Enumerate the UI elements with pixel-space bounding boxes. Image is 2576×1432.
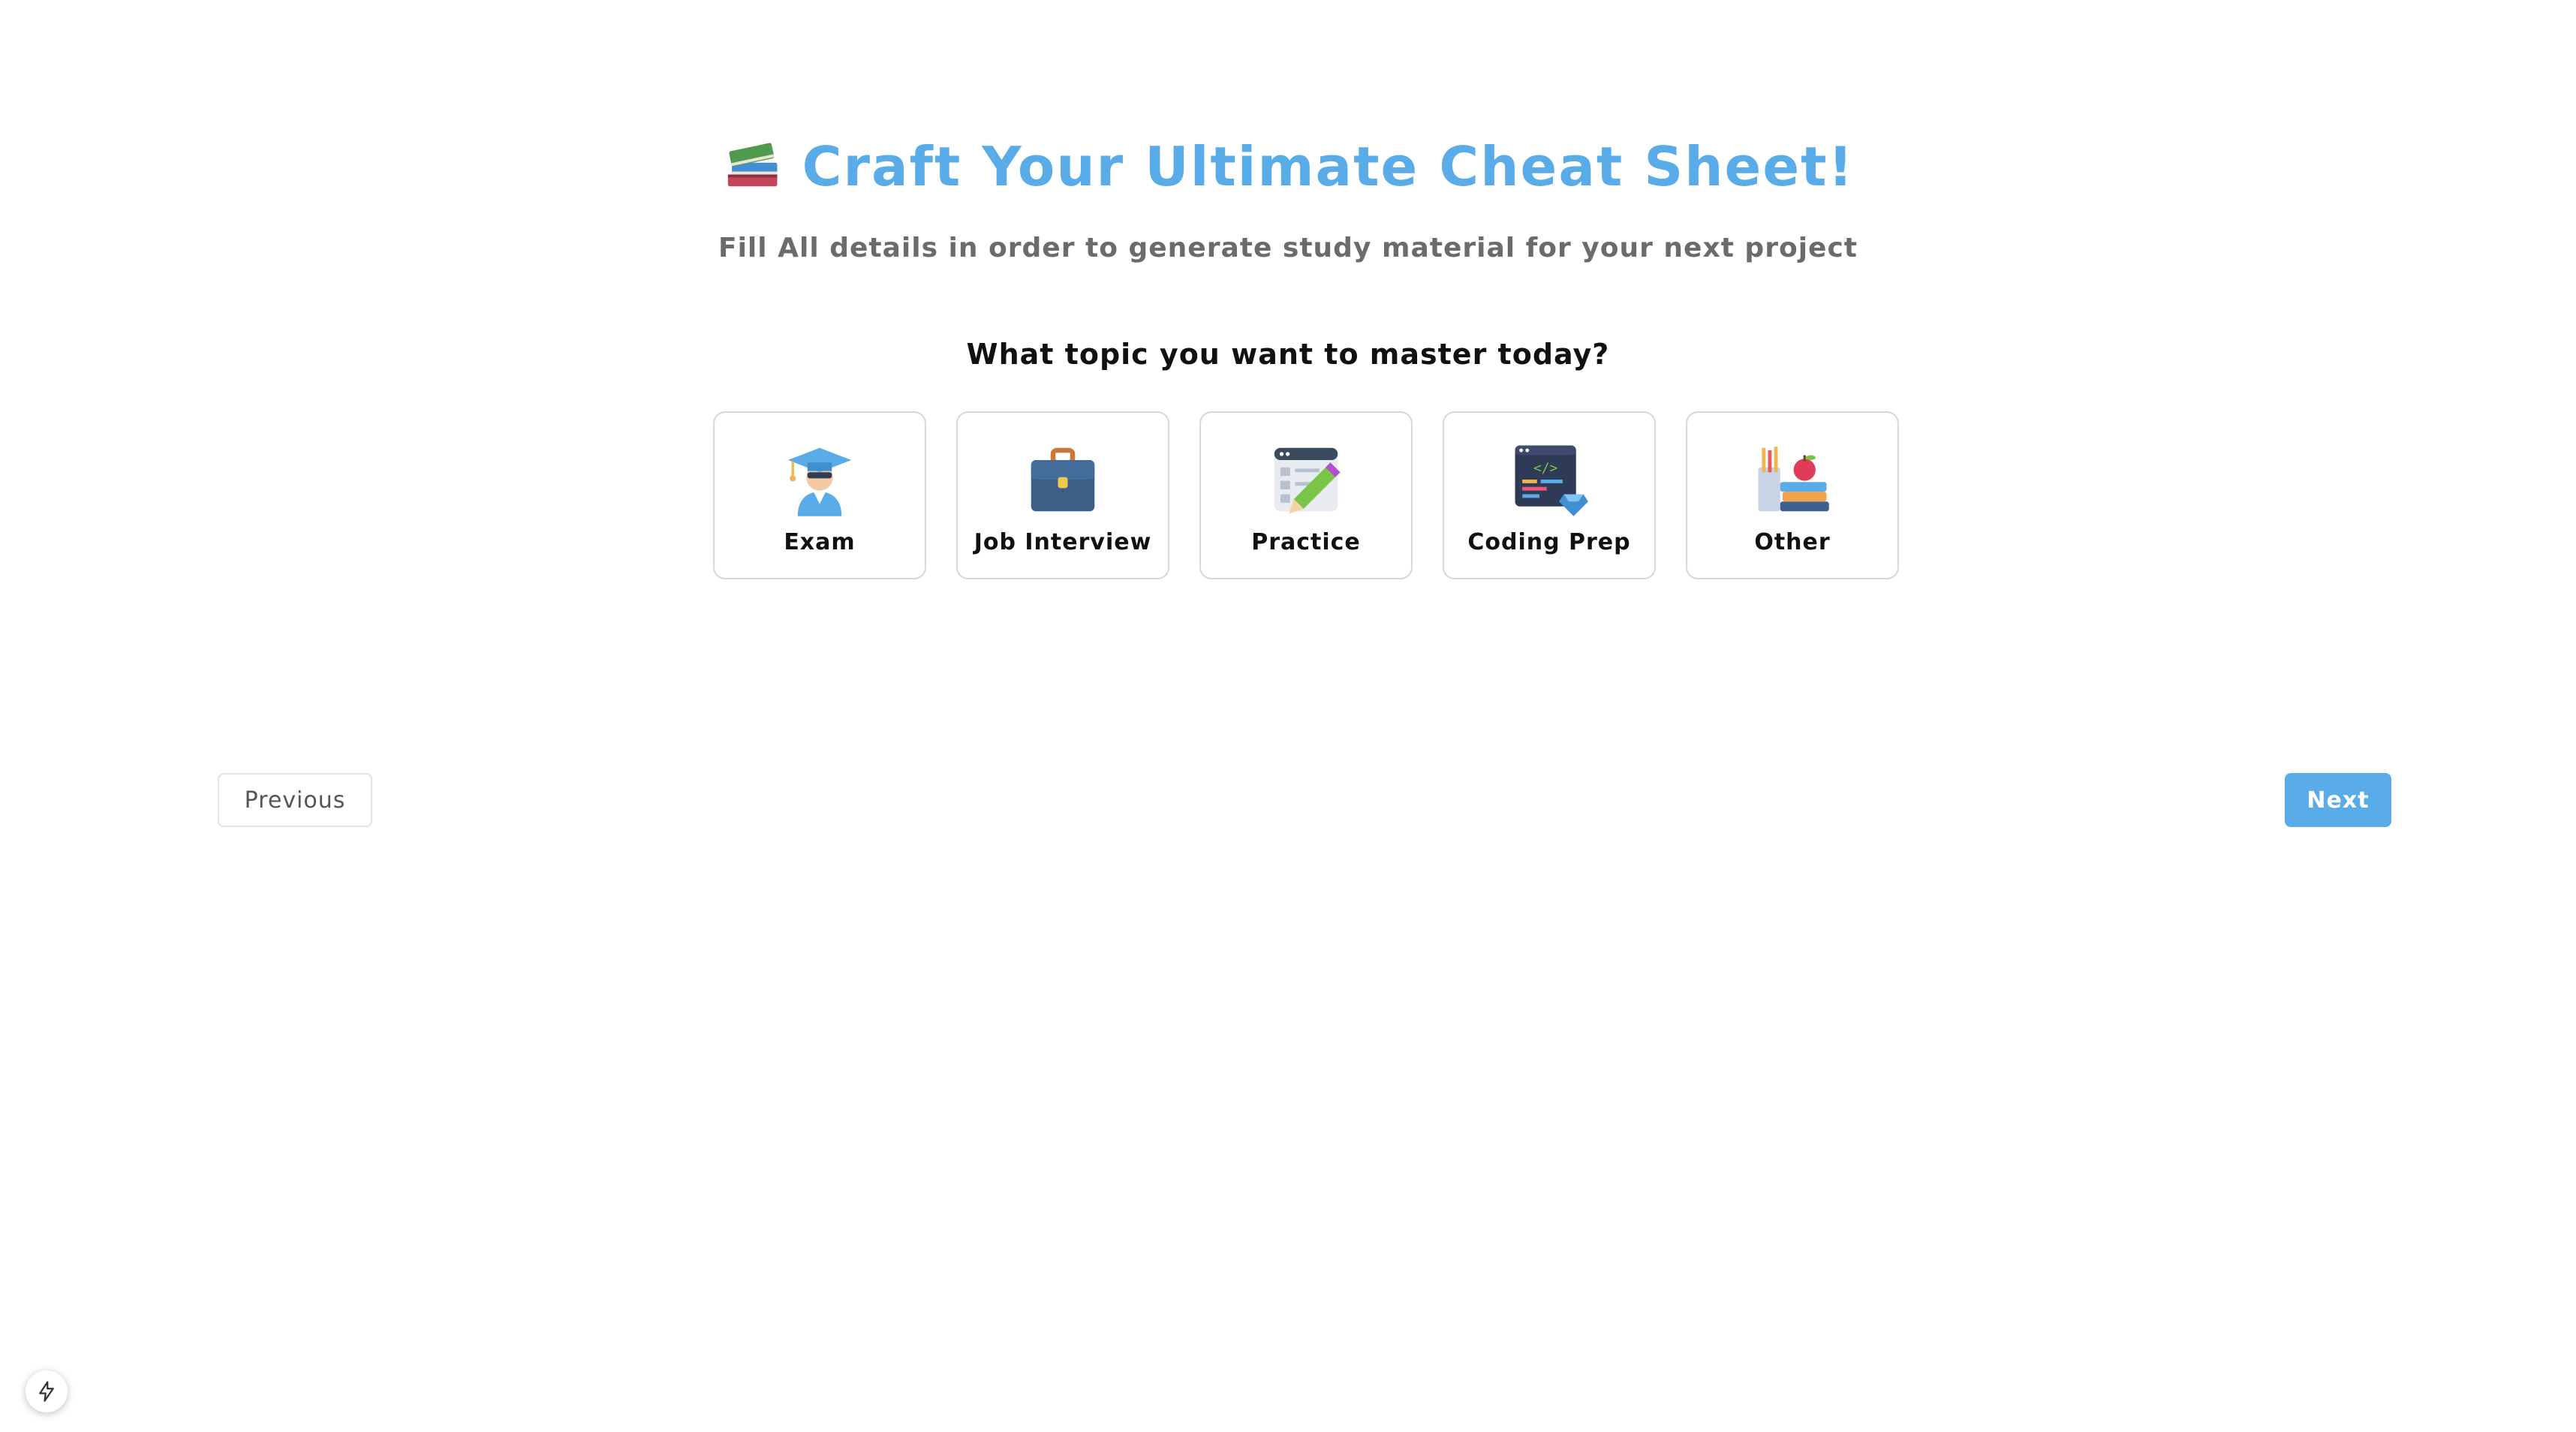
- option-practice[interactable]: Practice: [1199, 411, 1413, 579]
- option-label: Practice: [1251, 528, 1361, 555]
- books-icon: [727, 143, 778, 187]
- topic-options: Exam Job Interview Practice </> Coding P…: [713, 411, 1899, 581]
- pencil-document-icon: [1274, 447, 1341, 513]
- svg-text:</>: </>: [1533, 460, 1557, 476]
- option-label: Exam: [784, 528, 856, 555]
- page-title: Craft Your Ultimate Cheat Sheet!: [802, 135, 1855, 198]
- topic-question: What topic you want to master today?: [966, 338, 1610, 371]
- page: Craft Your Ultimate Cheat Sheet! Fill Al…: [0, 0, 2576, 1432]
- books-apple-icon: [1758, 446, 1829, 511]
- option-label: Job Interview: [974, 528, 1152, 555]
- next-button[interactable]: Next: [2285, 773, 2391, 827]
- code-window-icon: </>: [1515, 445, 1588, 516]
- option-job-interview[interactable]: Job Interview: [956, 411, 1169, 579]
- page-header: Craft Your Ultimate Cheat Sheet!: [0, 135, 2576, 198]
- option-label: Other: [1754, 528, 1831, 555]
- dev-tools-badge[interactable]: [26, 1370, 68, 1412]
- option-coding-prep[interactable]: </> Coding Prep: [1443, 411, 1656, 579]
- lightning-icon: [39, 1381, 54, 1402]
- previous-button[interactable]: Previous: [218, 773, 372, 827]
- graduate-icon: [787, 447, 852, 516]
- page-subtitle: Fill All details in order to generate st…: [718, 233, 1858, 263]
- briefcase-icon: [1031, 447, 1095, 511]
- option-other[interactable]: Other: [1686, 411, 1899, 579]
- option-exam[interactable]: Exam: [713, 411, 926, 579]
- option-label: Coding Prep: [1467, 528, 1631, 555]
